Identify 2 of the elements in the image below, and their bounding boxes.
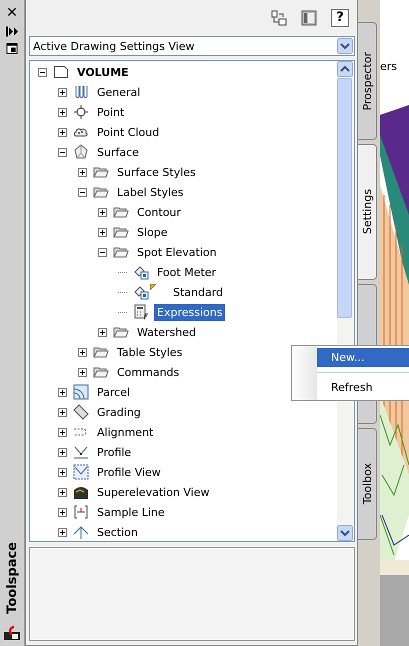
palette-title: Toolspace xyxy=(4,542,20,614)
toolbar-label: ers xyxy=(380,60,398,73)
